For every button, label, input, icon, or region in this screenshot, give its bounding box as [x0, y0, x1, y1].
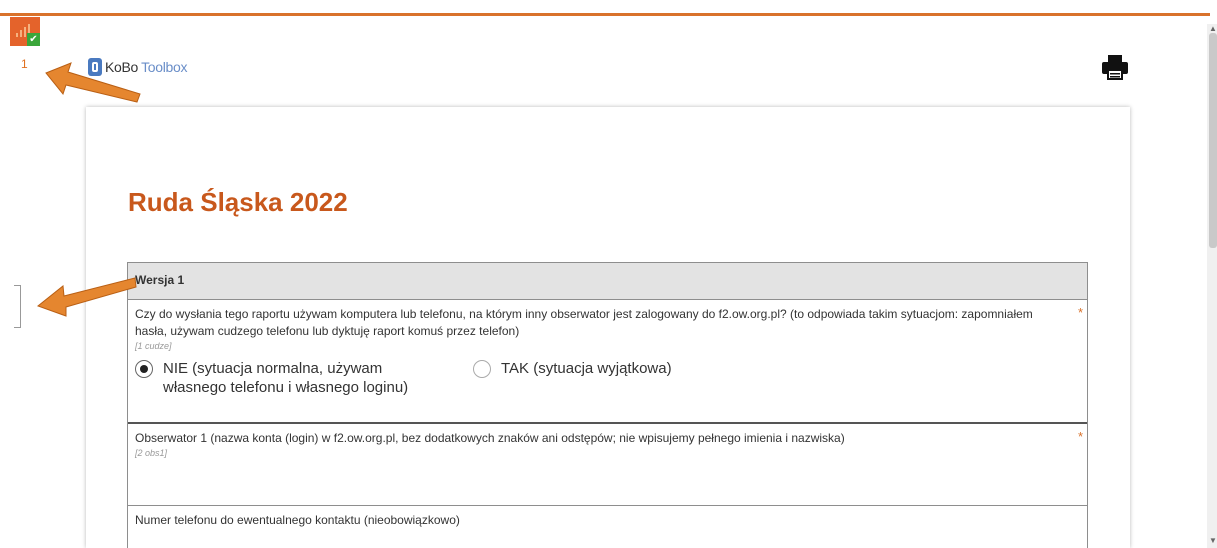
question-cudze: Czy do wysłania tego raportu używam komp… — [128, 300, 1087, 424]
offline-queue-count: 1 — [21, 57, 28, 71]
question-hint: [2 obs1] — [135, 448, 168, 458]
radio-button-unselected[interactable] — [473, 360, 491, 378]
question-label: Czy do wysłania tego raportu używam komp… — [135, 307, 1033, 338]
question-label: Numer telefonu do ewentualnego kontaktu … — [135, 513, 460, 527]
print-icon[interactable] — [1100, 52, 1130, 82]
logo-text-secondary: Toolbox — [141, 59, 188, 75]
scroll-up-arrow-icon[interactable]: ▲ — [1209, 24, 1217, 33]
required-marker: * — [1077, 429, 1083, 444]
top-accent-bar — [0, 13, 1210, 16]
question-obs1[interactable]: Obserwator 1 (nazwa konta (login) w f2.o… — [128, 424, 1087, 506]
radio-group: NIE (sytuacja normalna, używam własnego … — [135, 359, 1080, 397]
form-card: Ruda Śląska 2022 Wersja 1 Czy do wysłani… — [86, 107, 1130, 548]
radio-option-label: TAK (sytuacja wyjątkowa) — [501, 360, 672, 377]
kobo-form-page: ✔ 1 KoBo Toolbox ▲ ▼ Ruda Śląska 2022 Wer… — [0, 0, 1217, 548]
radio-button-selected[interactable] — [135, 360, 153, 378]
radio-option-tak[interactable]: TAK (sytuacja wyjątkowa) — [473, 359, 721, 397]
scroll-down-arrow-icon[interactable]: ▼ — [1209, 536, 1217, 545]
scroll-thumb[interactable] — [1209, 33, 1217, 248]
radio-option-label: NIE (sytuacja normalna, używam własnego … — [163, 360, 409, 396]
form-title: Ruda Śląska 2022 — [128, 187, 348, 217]
question-phone[interactable]: Numer telefonu do ewentualnego kontaktu … — [128, 506, 1087, 548]
check-icon: ✔ — [27, 33, 40, 46]
annotation-arrow-side — [36, 277, 137, 317]
required-marker: * — [1077, 305, 1083, 320]
question-label: Obserwator 1 (nazwa konta (login) w f2.o… — [135, 431, 845, 445]
form-group: Wersja 1 Czy do wysłania tego raportu uż… — [127, 262, 1088, 548]
offline-queue-indicator[interactable]: ✔ — [10, 17, 40, 46]
annotation-arrow-top — [45, 62, 141, 103]
group-header: Wersja 1 — [128, 263, 1087, 300]
side-bracket-marker — [14, 285, 21, 328]
question-hint: [1 cudze] — [135, 341, 172, 351]
radio-option-nie[interactable]: NIE (sytuacja normalna, używam własnego … — [135, 359, 448, 397]
